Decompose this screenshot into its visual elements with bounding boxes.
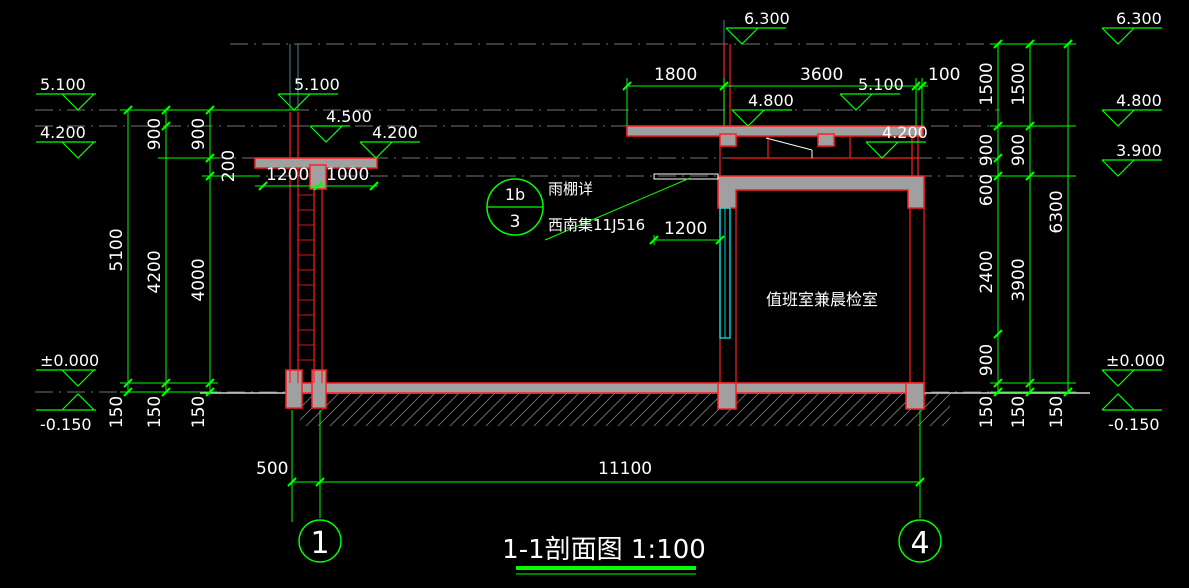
elev-right-0: ±0.000: [1106, 351, 1165, 370]
dim-left-4200: 4200: [145, 250, 165, 293]
dim-building-1800: 1800: [654, 65, 697, 85]
elev-right-m150: -0.150: [1108, 415, 1160, 434]
dim-right-600: 600: [977, 174, 997, 206]
detail-reference: 1b 3 雨棚详 西南集11J516: [486, 177, 691, 241]
elev-building-4200: 4.200: [882, 123, 928, 142]
dim-canopy-1200: 1200: [266, 165, 309, 185]
elev-left-m150: -0.150: [40, 415, 92, 434]
section-drawing: 值班室兼晨检室 1b 3 雨棚详 西南集11J516 5.100 4.200 ±…: [35, 9, 1165, 575]
elev-building-6300: 6.300: [744, 9, 790, 28]
drawing-title: 1-1剖面图 1:100: [502, 535, 706, 565]
elev-left-0: ±0.000: [40, 351, 99, 370]
dim-left-900b: 900: [189, 118, 209, 150]
dim-right-900a: 900: [977, 134, 997, 166]
dim-right-900b: 900: [1009, 134, 1029, 166]
dim-left-200: 200: [219, 150, 239, 182]
dim-left-150b: 150: [145, 396, 165, 428]
elev-right-6300: 6.300: [1116, 9, 1162, 28]
dim-left-4000: 4000: [189, 258, 209, 301]
room-label: 值班室兼晨检室: [766, 290, 878, 309]
dim-right-1500b: 1500: [1009, 62, 1029, 105]
dim-right-900c: 900: [977, 344, 997, 376]
elev-canopy-4500: 4.500: [326, 107, 372, 126]
dim-left-150a: 150: [107, 396, 127, 428]
dimension-lines: [120, 43, 1076, 522]
dim-right-150c: 150: [1047, 396, 1067, 428]
dim-right-3900: 3900: [1009, 258, 1029, 301]
axis-right-label: 4: [910, 526, 929, 561]
dim-right-150b: 150: [1009, 396, 1029, 428]
dim-left-5100: 5100: [107, 228, 127, 271]
dim-building-1200: 1200: [664, 219, 707, 239]
dim-right-2400: 2400: [977, 250, 997, 293]
drawing-title-block: 1-1剖面图 1:100: [502, 535, 706, 575]
dim-bottom-500: 500: [256, 459, 288, 479]
elev-canopy-4200: 4.200: [372, 123, 418, 142]
elev-right-3900: 3.900: [1116, 141, 1162, 160]
dim-right-150a: 150: [977, 396, 997, 428]
dim-canopy-1000: 1000: [326, 165, 369, 185]
dim-building-100: 100: [928, 65, 960, 85]
elev-canopy-5100: 5.100: [294, 75, 340, 94]
detail-ref-top: 1b: [505, 185, 525, 204]
dim-left-150c: 150: [189, 396, 209, 428]
elev-building-4800: 4.800: [748, 91, 794, 110]
elev-left-4200: 4.200: [40, 123, 86, 142]
dim-building-3600: 3600: [800, 65, 843, 85]
ground-hatch: [200, 392, 1090, 426]
detail-note-line1: 雨棚详: [548, 180, 593, 198]
detail-ref-bottom: 3: [510, 212, 521, 232]
dim-right-1500a: 1500: [977, 62, 997, 105]
elev-left-5100: 5.100: [40, 75, 86, 94]
elev-right-4800: 4.800: [1116, 91, 1162, 110]
dim-right-6300: 6300: [1047, 190, 1067, 233]
axis-left-label: 1: [310, 526, 329, 561]
dim-left-900a: 900: [145, 118, 165, 150]
dim-bottom-11100: 11100: [598, 459, 652, 479]
canopy-structure-left: [289, 112, 323, 383]
detail-note-line2: 西南集11J516: [548, 216, 645, 234]
elev-building-5100: 5.100: [858, 75, 904, 94]
